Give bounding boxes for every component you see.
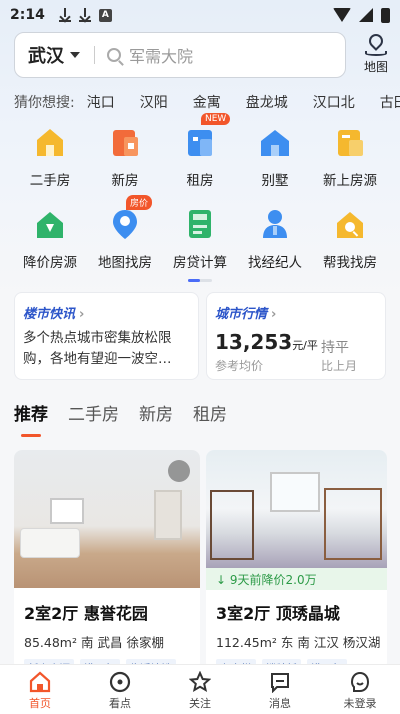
message-icon	[269, 671, 291, 694]
door-shape	[154, 490, 182, 540]
bunk-bed-shape	[210, 490, 254, 560]
suggest-keyword[interactable]: 金寓	[193, 92, 221, 112]
chevron-right-icon: ›	[271, 307, 277, 322]
window-shape	[270, 472, 320, 512]
price-badge: 房价	[126, 195, 153, 210]
news-title: 楼市快讯 ›	[23, 307, 85, 322]
map-search-icon: 房价	[108, 195, 153, 241]
category-villa[interactable]: 别墅	[235, 125, 315, 189]
tab-second-hand[interactable]: 二手房	[68, 400, 119, 425]
news-text: 多个热点城市密集放松限购，各地有望迎一波空…	[23, 330, 172, 367]
villa-icon	[258, 125, 292, 159]
suggest-keyword[interactable]: 沌口	[87, 92, 115, 112]
trend-label: 比上月	[321, 359, 358, 373]
listing-photo	[14, 450, 200, 588]
suggest-keyword[interactable]: 汉口北	[313, 92, 355, 112]
price-drop-note: ↓ 9天前降价2.0万	[206, 568, 387, 590]
suggest-keyword[interactable]: 古田	[380, 92, 400, 112]
suggest-keyword[interactable]: 盘龙城	[246, 92, 288, 112]
listing-title: 3室2厅 顶琇晶城	[216, 604, 340, 623]
map-pin-icon	[365, 31, 387, 56]
nav-follow[interactable]: 关注	[160, 665, 240, 714]
tab-rent[interactable]: 租房	[193, 400, 227, 425]
battery-icon	[381, 7, 390, 23]
nav-messages[interactable]: 消息	[240, 665, 320, 714]
mortgage-calculator-icon	[183, 207, 217, 241]
chevron-down-icon[interactable]	[70, 52, 80, 58]
profile-icon	[349, 671, 371, 693]
average-price: 13,253元/平	[215, 330, 318, 354]
suggested-searches: 猜你想搜: 沌口 汉阳 金寓 盘龙城 汉口北 古田	[14, 92, 400, 112]
category-agent[interactable]: 找经纪人	[235, 207, 315, 271]
feed-tabs: 推荐 二手房 新房 租房	[14, 400, 227, 437]
wifi-icon	[333, 8, 351, 22]
vr-view-icon[interactable]	[168, 460, 190, 482]
divider	[94, 46, 95, 64]
chevron-right-icon: ›	[79, 307, 85, 322]
compass-icon	[109, 671, 131, 693]
price-drop-icon	[33, 207, 67, 241]
category-new-house[interactable]: 新房	[85, 125, 165, 189]
tab-new-house[interactable]: 新房	[139, 400, 173, 425]
category-second-hand[interactable]: 二手房	[10, 125, 90, 189]
nav-profile[interactable]: 未登录	[320, 665, 400, 714]
sofa-shape	[20, 528, 80, 558]
category-help-find[interactable]: 帮我找房	[310, 207, 390, 271]
market-title: 城市行情 ›	[215, 307, 277, 322]
bunk-bed-shape	[324, 488, 382, 560]
download-icon	[78, 8, 91, 22]
new-house-icon	[108, 125, 142, 159]
page-indicator	[188, 279, 212, 282]
category-map-search[interactable]: 房价 地图找房	[85, 195, 165, 271]
download-icon	[58, 8, 71, 22]
listing-title: 2室2厅 惠誉花园	[24, 604, 148, 623]
status-bar: 2:14 A	[0, 0, 400, 30]
new-badge: NEW	[201, 113, 231, 125]
city-market-card[interactable]: 城市行情 › 13,253元/平 持平 参考均价 比上月	[206, 292, 386, 380]
nav-home[interactable]: 首页	[0, 665, 80, 714]
a-notification-icon: A	[98, 8, 112, 22]
status-time: 2:14	[10, 7, 45, 23]
search-bar[interactable]: 武汉 军需大院	[14, 32, 346, 78]
category-new-listing[interactable]: 新上房源	[310, 125, 390, 189]
second-hand-house-icon	[33, 125, 67, 159]
suggest-lead: 猜你想搜:	[14, 95, 75, 111]
listing-photo	[206, 450, 387, 568]
price-label: 参考均价	[215, 359, 264, 373]
listing-card[interactable]: ↓ 9天前降价2.0万 3室2厅 顶琇晶城 112.45m² 东 南 江汉 杨汉…	[206, 450, 387, 670]
map-button[interactable]: 地图	[356, 31, 396, 78]
search-input[interactable]: 军需大院	[129, 43, 193, 67]
listing-meta: 85.48m² 南 武昌 徐家棚	[24, 635, 164, 650]
market-news-card[interactable]: 楼市快讯 › 多个热点城市密集放松限购，各地有望迎一波空…	[14, 292, 199, 380]
help-find-icon	[333, 207, 367, 241]
city-selector[interactable]: 武汉	[15, 42, 64, 68]
window-shape	[50, 498, 84, 524]
nav-discover[interactable]: 看点	[80, 665, 160, 714]
star-icon	[188, 670, 212, 693]
search-icon	[107, 48, 121, 62]
tab-recommend[interactable]: 推荐	[14, 400, 48, 437]
listing-meta: 112.45m² 东 南 江汉 杨汉湖	[216, 635, 381, 650]
bottom-navigation: 首页 看点 关注 消息 未登录	[0, 664, 400, 714]
price-trend: 持平	[321, 340, 349, 356]
rent-icon: NEW	[183, 113, 231, 159]
category-mortgage[interactable]: 房贷计算	[160, 207, 240, 271]
listing-card[interactable]: 2室2厅 惠誉花园 85.48m² 南 武昌 徐家棚 新上房源 满五年 临近地铁	[14, 450, 200, 670]
agent-icon	[258, 207, 292, 241]
category-rent[interactable]: NEW 租房	[160, 113, 240, 189]
home-icon	[29, 671, 51, 693]
new-listing-icon	[333, 125, 367, 159]
suggest-keyword[interactable]: 汉阳	[140, 92, 168, 112]
map-label: 地图	[363, 60, 388, 74]
signal-icon	[359, 8, 373, 22]
category-price-drop[interactable]: 降价房源	[10, 207, 90, 271]
